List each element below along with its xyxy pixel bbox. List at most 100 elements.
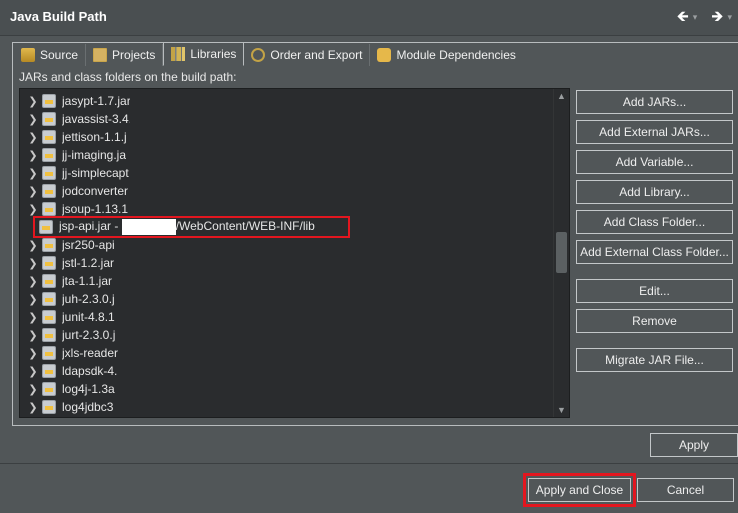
list-item-label: jsoup-1.13.1 xyxy=(62,202,129,216)
apply-button[interactable]: Apply xyxy=(650,433,738,457)
list-item-label: jasypt-1.7.jar xyxy=(62,94,130,108)
list-item[interactable]: ❯ jsr250-api xyxy=(20,236,556,254)
list-item[interactable]: ❯ jodconverter xyxy=(20,182,556,200)
jar-icon xyxy=(42,202,56,216)
expand-chevron-icon[interactable]: ❯ xyxy=(24,365,42,378)
tab-label: Libraries xyxy=(190,47,237,61)
apply-and-close-button[interactable]: Apply and Close xyxy=(523,473,636,507)
projects-icon xyxy=(93,48,108,62)
jar-icon xyxy=(42,382,56,396)
list-item[interactable]: ❯ juh-2.3.0.j xyxy=(20,290,556,308)
expand-chevron-icon[interactable]: ❯ xyxy=(24,311,42,324)
jar-icon xyxy=(42,112,56,126)
back-dropdown-icon[interactable]: ▾ xyxy=(693,8,698,26)
tab-module-dependencies[interactable]: Module Dependencies xyxy=(370,44,522,66)
list-item-label: log4jdbc3 xyxy=(62,400,114,414)
list-item[interactable]: ❯ jstl-1.2.jar xyxy=(20,254,556,272)
list-item-label: jsp-api.jar - /WebContent/WEB-INF/lib xyxy=(59,219,315,235)
list-item-label: javassist-3.4. xyxy=(62,112,130,126)
add-library-button[interactable]: Add Library... xyxy=(576,180,733,204)
expand-chevron-icon[interactable]: ❯ xyxy=(24,293,42,306)
list-item[interactable]: ❯ jettison-1.1.j xyxy=(20,128,556,146)
add-jars-button[interactable]: Add JARs... xyxy=(576,90,733,114)
jar-icon xyxy=(42,166,56,180)
tab-order-and-export[interactable]: Order and Export xyxy=(244,44,371,66)
expand-chevron-icon[interactable]: ❯ xyxy=(24,167,42,180)
scroll-up-icon[interactable]: ▲ xyxy=(554,91,569,101)
expand-chevron-icon[interactable]: ❯ xyxy=(24,347,42,360)
tab-label: Projects xyxy=(112,48,156,62)
forward-arrow-icon[interactable]: 🡺 xyxy=(711,8,723,26)
back-arrow-icon[interactable]: 🡸 xyxy=(677,8,689,26)
add-external-class-folder-button[interactable]: Add External Class Folder... xyxy=(576,240,733,264)
build-path-description: JARs and class folders on the build path… xyxy=(19,70,237,84)
list-item-label: ldapsdk-4. xyxy=(62,364,118,378)
add-external-jars-button[interactable]: Add External JARs... xyxy=(576,120,733,144)
tab-bar: Source Projects Libraries Order and Expo… xyxy=(14,42,523,66)
order-export-icon xyxy=(251,48,266,62)
history-nav: 🡸 ▾ 🡺 ▾ xyxy=(677,8,732,26)
list-item-label: jj-simplecapt xyxy=(62,166,129,180)
forward-dropdown-icon[interactable]: ▾ xyxy=(727,8,732,26)
jar-icon xyxy=(42,238,56,252)
expand-chevron-icon[interactable]: ❯ xyxy=(24,203,42,216)
scroll-down-icon[interactable]: ▼ xyxy=(554,405,569,415)
scrollbar-thumb[interactable] xyxy=(556,232,567,273)
jar-icon xyxy=(42,292,56,306)
tab-libraries[interactable]: Libraries xyxy=(163,42,245,66)
list-item-label: jodconverter xyxy=(62,184,129,198)
footer-divider xyxy=(0,463,738,464)
cancel-button[interactable]: Cancel xyxy=(637,478,734,502)
list-item-highlighted[interactable]: ❯ jsp-api.jar - /WebContent/WEB-INF/lib xyxy=(33,216,350,238)
list-item[interactable]: ❯ jta-1.1.jar xyxy=(20,272,556,290)
expand-chevron-icon[interactable]: ❯ xyxy=(24,185,42,198)
list-item[interactable]: ❯ jasypt-1.7.jar xyxy=(20,92,556,110)
list-item[interactable]: ❯ log4jdbc3 xyxy=(20,398,556,416)
expand-chevron-icon[interactable]: ❯ xyxy=(24,131,42,144)
jar-icon xyxy=(42,274,56,288)
add-variable-button[interactable]: Add Variable... xyxy=(576,150,733,174)
expand-chevron-icon[interactable]: ❯ xyxy=(24,149,42,162)
list-item[interactable]: ❯ jsoup-1.13.1 xyxy=(20,200,556,218)
list-item-label: jstl-1.2.jar xyxy=(62,256,115,270)
jar-icon xyxy=(42,310,56,324)
jar-icon xyxy=(39,220,53,234)
remove-button[interactable]: Remove xyxy=(576,309,733,333)
vertical-scrollbar[interactable]: ▲ ▼ xyxy=(553,89,569,417)
jar-icon xyxy=(42,130,56,144)
edit-button[interactable]: Edit... xyxy=(576,279,733,303)
expand-chevron-icon[interactable]: ❯ xyxy=(24,329,42,342)
expand-chevron-icon[interactable]: ❯ xyxy=(24,275,42,288)
libraries-icon xyxy=(171,47,186,61)
list-item-label: junit-4.8.1 xyxy=(62,310,115,324)
list-item[interactable]: ❯ junit-4.8.1 xyxy=(20,308,556,326)
migrate-jar-button[interactable]: Migrate JAR File... xyxy=(576,348,733,372)
expand-chevron-icon[interactable]: ❯ xyxy=(24,239,42,252)
list-item[interactable]: ❯ jj-simplecapt xyxy=(20,164,556,182)
expand-chevron-icon[interactable]: ❯ xyxy=(24,113,42,126)
tab-label: Module Dependencies xyxy=(396,48,516,62)
list-item[interactable]: ❯ jxls-reader xyxy=(20,344,556,362)
tab-source[interactable]: Source xyxy=(14,44,87,66)
add-class-folder-button[interactable]: Add Class Folder... xyxy=(576,210,733,234)
jar-icon xyxy=(42,328,56,342)
list-item[interactable]: ❯ jj-imaging.ja xyxy=(20,146,556,164)
list-item-label: juh-2.3.0.j xyxy=(62,292,115,306)
tab-projects[interactable]: Projects xyxy=(86,44,164,66)
list-item[interactable]: ❯ javassist-3.4. xyxy=(20,110,556,128)
list-item[interactable]: ❯ log4j-1.3a xyxy=(20,380,556,398)
expand-chevron-icon[interactable]: ❯ xyxy=(24,95,42,108)
library-tree[interactable]: ❯ jasypt-1.7.jar ❯ javassist-3.4. ❯ jett… xyxy=(19,88,570,418)
list-item-label: jsr250-api xyxy=(62,238,115,252)
list-item[interactable]: ❯ ldapsdk-4. xyxy=(20,362,556,380)
expand-chevron-icon[interactable]: ❯ xyxy=(24,257,42,270)
jar-path: /WebContent/WEB-INF/lib xyxy=(175,219,315,234)
jar-icon xyxy=(42,148,56,162)
expand-chevron-icon[interactable]: ❯ xyxy=(24,401,42,414)
module-icon xyxy=(377,48,392,62)
expand-chevron-icon[interactable]: ❯ xyxy=(24,383,42,396)
list-item-label: log4j-1.3a xyxy=(62,382,115,396)
list-item[interactable]: ❯ jurt-2.3.0.j xyxy=(20,326,556,344)
jar-icon xyxy=(42,94,56,108)
list-item-label: jj-imaging.ja xyxy=(62,148,127,162)
